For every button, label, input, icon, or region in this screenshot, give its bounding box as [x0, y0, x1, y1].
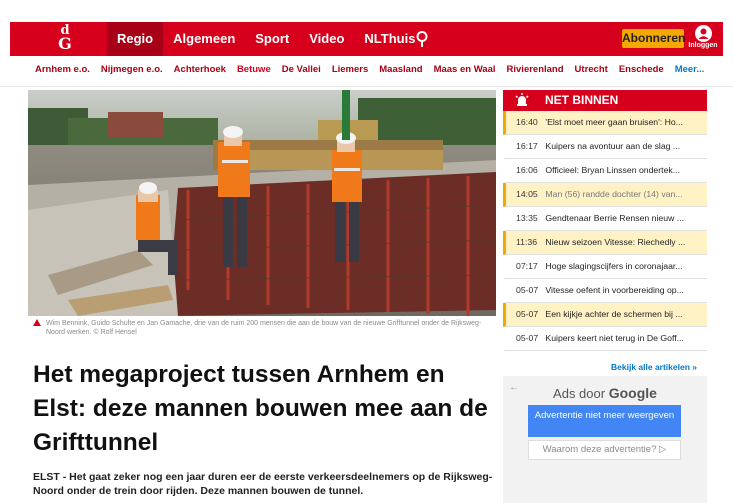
nav-item-video[interactable]: Video	[299, 22, 354, 56]
nav-item-sport[interactable]: Sport	[245, 22, 299, 56]
list-item[interactable]: 05-07 Een kijkje achter de schermen bij …	[503, 303, 707, 327]
main-nav: Regio Algemeen Sport Video NLThuis	[107, 22, 425, 56]
list-item[interactable]: 13:35 Gendtenaar Berrie Rensen nieuw ...	[503, 207, 707, 231]
site-logo[interactable]: d G	[50, 24, 80, 53]
subnav-item-rivierenland[interactable]: Rivierenland	[507, 64, 564, 80]
why-this-ad-label: Waarom deze advertentie?	[542, 444, 657, 455]
all-articles-link[interactable]: Bekijk alle artikelen »	[611, 362, 697, 372]
nav-item-regio[interactable]: Regio	[107, 22, 164, 56]
caption-marker-icon	[33, 319, 41, 326]
list-item[interactable]: 05-07 Vitesse oefent in voorbereiding op…	[503, 279, 707, 303]
logo-letter-bottom: G	[58, 34, 72, 53]
login-button[interactable]: Inloggen	[686, 24, 720, 54]
subscribe-button[interactable]: Abonneren	[622, 29, 685, 48]
ad-choices-icon: ▷	[659, 444, 667, 455]
ad-panel: ← Ads door Google Advertentie niet meer …	[503, 376, 707, 503]
alarm-icon	[515, 93, 529, 106]
subnav-item-more[interactable]: Meer...	[675, 64, 705, 80]
user-icon	[694, 25, 712, 42]
double-chevron-right-icon: »	[692, 362, 698, 372]
google-wordmark: Google	[608, 385, 657, 401]
article-headline: Het megaproject tussen Arnhem en Elst: d…	[33, 361, 488, 456]
subnav-item-nijmegen[interactable]: Nijmegen e.o.	[101, 64, 163, 80]
ads-by-prefix: Ads door	[553, 386, 606, 401]
image-caption: Wim Bennink, Guido Schulte en Jan Gamach…	[46, 320, 482, 336]
top-navigation-bar: d G Regio Algemeen Sport Video NLThuis A…	[10, 22, 723, 56]
subnav-item-maas-en-waal[interactable]: Maas en Waal	[434, 64, 496, 80]
regional-subnav: Arnhem e.o. Nijmegen e.o. Achterhoek Bet…	[35, 64, 715, 80]
list-item[interactable]: 11:36 Nieuw seizoen Vitesse: Riechedly .…	[503, 231, 707, 255]
subnav-item-de-vallei[interactable]: De Vallei	[282, 64, 321, 80]
list-item[interactable]: 05-07 Kuipers keert niet terug in De Gof…	[503, 327, 707, 351]
article-lead: ELST - Het gaat zeker nog een jaar duren…	[33, 471, 493, 497]
list-item[interactable]: 07:17 Hoge slagingscijfers in coronajaar…	[503, 255, 707, 279]
article-hero-image[interactable]	[28, 90, 496, 316]
login-label: Inloggen	[688, 42, 718, 49]
why-this-ad-button[interactable]: Waarom deze advertentie? ▷	[528, 440, 681, 460]
search-icon[interactable]	[414, 30, 430, 48]
list-item[interactable]: 16:40 'Elst moet meer gaan bruisen': Ho.…	[503, 111, 707, 135]
hide-ad-button[interactable]: Advertentie niet meer weergeven	[528, 405, 681, 437]
subnav-item-enschede[interactable]: Enschede	[619, 64, 664, 80]
list-item[interactable]: 16:17 Kuipers na avontuur aan de slag ..…	[503, 135, 707, 159]
all-articles-label: Bekijk alle artikelen	[611, 362, 690, 372]
subnav-item-utrecht[interactable]: Utrecht	[575, 64, 608, 80]
subnav-item-maasland[interactable]: Maasland	[379, 64, 422, 80]
net-binnen-header: NET BINNEN	[503, 90, 707, 111]
subnav-item-achterhoek[interactable]: Achterhoek	[174, 64, 226, 80]
list-item[interactable]: 16:06 Officieel: Bryan Linssen ondertek.…	[503, 159, 707, 183]
list-item[interactable]: 14:05 Man (56) randde dochter (14) van..…	[503, 183, 707, 207]
nav-item-algemeen[interactable]: Algemeen	[163, 22, 245, 56]
subnav-item-arnhem[interactable]: Arnhem e.o.	[35, 64, 90, 80]
subnav-item-betuwe[interactable]: Betuwe	[237, 64, 271, 80]
ads-by-google-label: Ads door Google	[503, 385, 707, 401]
subnav-item-liemers[interactable]: Liemers	[332, 64, 368, 80]
net-binnen-title: NET BINNEN	[545, 93, 619, 107]
header-divider	[0, 86, 733, 87]
net-binnen-list: 16:40 'Elst moet meer gaan bruisen': Ho.…	[503, 111, 707, 351]
